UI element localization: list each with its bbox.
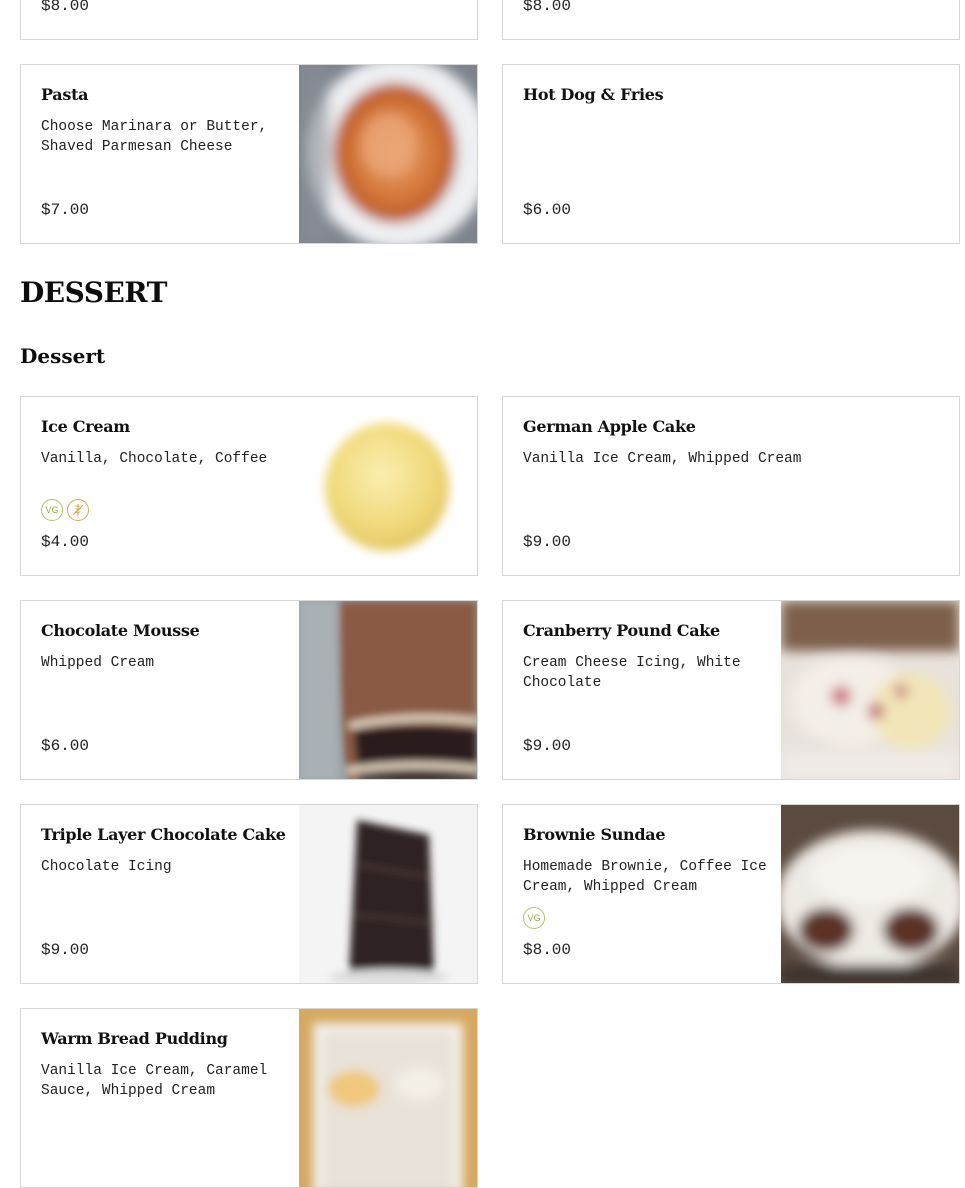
menu-item-cranberry-pound-cake[interactable]: Cranberry Pound Cake Cream Cheese Icing,… — [502, 600, 960, 780]
menu-item-triple-layer-chocolate-cake[interactable]: Triple Layer Chocolate Cake Chocolate Ic… — [20, 804, 478, 984]
item-description: Whipped Cream — [41, 655, 155, 671]
item-description: Vanilla, Chocolate, Coffee — [41, 451, 268, 467]
menu-item-pasta[interactable]: Pasta Choose Marinara or Butter, Shaved … — [20, 64, 478, 244]
menu-item-brownie-sundae[interactable]: Brownie Sundae Homemade Brownie, Coffee … — [502, 804, 960, 984]
gluten-free-icon — [67, 499, 89, 521]
menu-item-german-apple-cake[interactable]: German Apple Cake Vanilla Ice Cream, Whi… — [502, 396, 960, 576]
item-name: Pasta — [41, 85, 89, 104]
item-price: $8.00 — [523, 941, 572, 959]
item-description: Choose Marinara or Butter, Shaved Parmes… — [41, 119, 268, 155]
menu-item-hot-dog-fries[interactable]: Hot Dog & Fries $6.00 — [502, 64, 960, 244]
item-price: $6.00 — [523, 201, 572, 219]
item-price: $8.00 — [523, 0, 572, 15]
vegetarian-icon: VG — [523, 907, 545, 929]
chocolate-mousse-photo — [299, 601, 477, 779]
brownie-sundae-photo — [781, 805, 959, 983]
item-description: Cream Cheese Icing, White Chocolate — [523, 655, 741, 691]
vegetarian-icon: VG — [41, 499, 63, 521]
item-price: $9.00 — [523, 737, 572, 755]
cranberry-pound-cake-photo — [781, 601, 959, 779]
item-price: $6.00 — [41, 737, 90, 755]
chocolate-cake-photo — [299, 805, 477, 983]
item-price: $9.00 — [41, 941, 90, 959]
menu-item-card[interactable]: $8.00 — [20, 0, 478, 40]
item-price: $4.00 — [41, 533, 90, 551]
menu-item-ice-cream[interactable]: Ice Cream Vanilla, Chocolate, Coffee VG … — [20, 396, 478, 576]
item-description: Homemade Brownie, Coffee Ice Cream, Whip… — [523, 859, 767, 895]
item-description: Vanilla Ice Cream, Whipped Cream — [523, 451, 802, 467]
menu-item-warm-bread-pudding[interactable]: Warm Bread Pudding Vanilla Ice Cream, Ca… — [20, 1008, 478, 1188]
item-name: Triple Layer Chocolate Cake — [41, 825, 286, 844]
item-name: German Apple Cake — [523, 417, 696, 436]
category-title: Dessert — [20, 344, 106, 368]
item-name: Cranberry Pound Cake — [523, 621, 720, 640]
menu-item-card[interactable]: $8.00 — [502, 0, 960, 40]
item-description: Vanilla Ice Cream, Caramel Sauce, Whippe… — [41, 1063, 268, 1099]
menu-item-chocolate-mousse[interactable]: Chocolate Mousse Whipped Cream $6.00 — [20, 600, 478, 780]
item-name: Warm Bread Pudding — [41, 1029, 228, 1048]
item-price: $9.00 — [523, 533, 572, 551]
item-name: Ice Cream — [41, 417, 130, 436]
dietary-badges: VG — [41, 499, 89, 521]
item-price: $7.00 — [41, 201, 90, 219]
pasta-photo — [299, 65, 477, 243]
ice-cream-photo — [299, 397, 477, 575]
item-price: $8.00 — [41, 0, 90, 15]
bread-pudding-photo — [299, 1009, 477, 1187]
item-name: Brownie Sundae — [523, 825, 666, 844]
item-description: Chocolate Icing — [41, 859, 172, 875]
section-title: DESSERT — [20, 276, 167, 309]
dietary-badges: VG — [523, 907, 545, 929]
item-name: Hot Dog & Fries — [523, 85, 664, 104]
item-name: Chocolate Mousse — [41, 621, 200, 640]
